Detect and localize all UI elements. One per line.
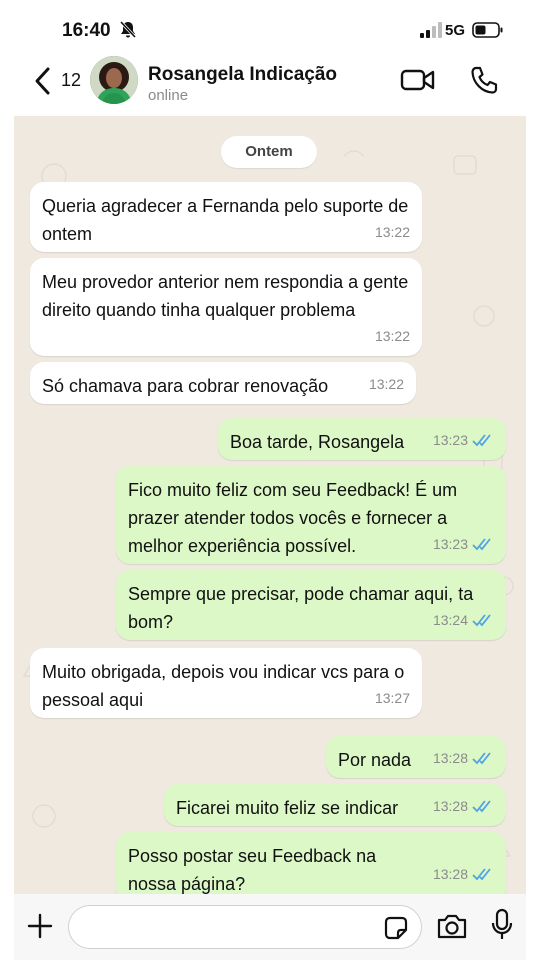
contact-name[interactable]: Rosangela Indicação — [148, 64, 337, 86]
message-time: 13:28 — [432, 866, 468, 882]
message-meta: 13:28 — [433, 792, 494, 820]
read-ticks-icon — [472, 434, 491, 447]
status-time: 16:40 — [62, 20, 111, 41]
outgoing-message[interactable]: Posso postar seu Feedback na nossa págin… — [116, 832, 506, 894]
message-text: Meu provedor anterior nem respondia a ge… — [42, 272, 409, 320]
contact-status: online — [148, 87, 189, 104]
whatsapp-chat-screen: 16:40 5G 12 Rosangela Indicação online O… — [14, 0, 526, 960]
microphone-icon[interactable] — [490, 908, 514, 942]
outgoing-message[interactable]: Ficarei muito feliz se indicar 13:28 — [164, 784, 506, 826]
message-meta: 13:22 — [369, 370, 404, 398]
message-meta: 13:22 — [375, 322, 410, 350]
incoming-message[interactable]: Meu provedor anterior nem respondia a ge… — [30, 258, 422, 356]
message-meta: 13:28 — [433, 860, 494, 888]
plus-icon[interactable] — [26, 912, 54, 940]
message-time: 13:28 — [432, 750, 468, 766]
chat-area[interactable]: Ontem Queria agradecer a Fernanda pelo s… — [14, 116, 526, 894]
message-time: 13:22 — [374, 328, 410, 344]
message-meta: 13:23 — [433, 426, 494, 454]
incoming-message[interactable]: Queria agradecer a Fernanda pelo suporte… — [30, 182, 422, 252]
message-meta: 13:28 — [433, 744, 494, 772]
outgoing-message[interactable]: Por nada 13:28 — [326, 736, 506, 778]
read-ticks-icon — [472, 752, 491, 765]
avatar[interactable] — [90, 56, 138, 104]
outgoing-message[interactable]: Sempre que precisar, pode chamar aqui, t… — [116, 570, 506, 640]
message-input-bar — [14, 894, 526, 960]
message-text: Posso postar seu Feedback na nossa págin… — [128, 846, 377, 894]
status-bar: 16:40 5G — [14, 0, 526, 54]
message-time: 13:28 — [432, 798, 468, 814]
camera-icon[interactable] — [436, 912, 468, 940]
message-text: Queria agradecer a Fernanda pelo suporte… — [42, 196, 409, 244]
message-meta: 13:22 — [375, 218, 410, 246]
message-time: 13:23 — [432, 432, 468, 448]
chat-header: 12 Rosangela Indicação online — [14, 54, 526, 116]
read-ticks-icon — [472, 868, 491, 881]
video-call-icon[interactable] — [400, 66, 436, 94]
message-text: Só chamava para cobrar renovação — [42, 376, 329, 396]
signal-icon — [420, 22, 442, 38]
unread-count[interactable]: 12 — [61, 70, 81, 91]
message-meta: 13:23 — [433, 530, 494, 558]
network-label: 5G — [445, 22, 466, 39]
message-time: 13:22 — [368, 376, 404, 392]
sticker-icon[interactable] — [382, 914, 410, 942]
message-meta: 13:27 — [375, 684, 410, 712]
read-ticks-icon — [472, 614, 491, 627]
message-time: 13:24 — [432, 612, 468, 628]
read-ticks-icon — [472, 800, 491, 813]
battery-icon — [472, 22, 503, 38]
phone-call-icon[interactable] — [470, 65, 498, 95]
date-separator: Ontem — [221, 136, 317, 168]
avatar-photo — [90, 56, 138, 104]
message-time: 13:23 — [432, 536, 468, 552]
message-time: 13:27 — [374, 690, 410, 706]
back-chevron-icon[interactable] — [32, 66, 54, 96]
message-text: Muito obrigada, depois vou indicar vcs p… — [42, 662, 405, 710]
message-input[interactable] — [68, 905, 422, 949]
bell-slash-icon — [119, 20, 137, 39]
message-meta: 13:24 — [433, 606, 494, 634]
incoming-message[interactable]: Muito obrigada, depois vou indicar vcs p… — [30, 648, 422, 718]
read-ticks-icon — [472, 538, 491, 551]
outgoing-message[interactable]: Boa tarde, Rosangela 13:23 — [218, 418, 506, 460]
incoming-message[interactable]: Só chamava para cobrar renovação 13:22 — [30, 362, 416, 404]
message-time: 13:22 — [374, 224, 410, 240]
outgoing-message[interactable]: Fico muito feliz com seu Feedback! É um … — [116, 466, 506, 564]
